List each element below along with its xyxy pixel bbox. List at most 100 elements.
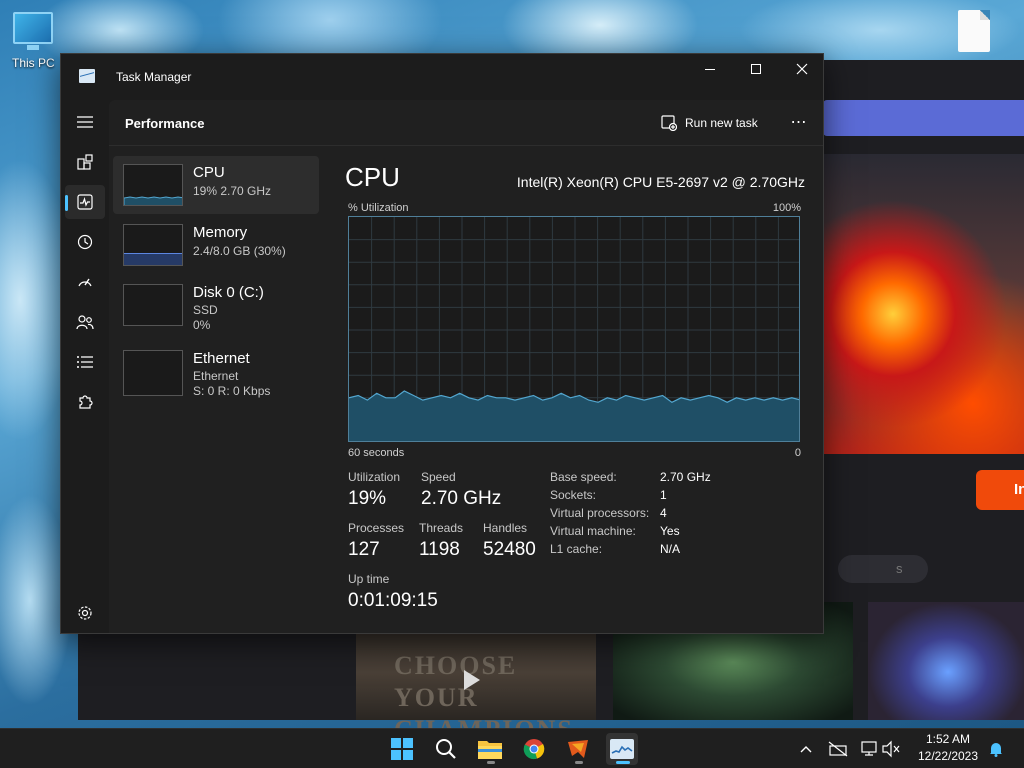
panel-title: CPU [345, 162, 400, 192]
game-launcher-button[interactable] [562, 733, 594, 765]
network-icon [861, 740, 900, 758]
device-item-memory[interactable]: Memory 2.4/8.0 GB (30%) [113, 216, 319, 274]
threads-label: Threads [419, 521, 464, 535]
graph-y-max-label: 100% [772, 202, 801, 214]
page-title: Performance [125, 116, 205, 131]
notifications-bell-icon [990, 743, 1002, 757]
cpu-performance-panel: CPU Intel(R) Xeon(R) CPU E5-2697 v2 @ 2.… [345, 146, 815, 633]
memory-sparkline [123, 224, 183, 266]
minimize-button[interactable] [687, 54, 733, 84]
settings-icon [78, 606, 92, 620]
running-indicator [487, 761, 495, 764]
detail-key: Sockets: [550, 488, 597, 502]
device-detail: S: 0 R: 0 Kbps [193, 384, 271, 398]
maximize-button[interactable] [733, 54, 779, 84]
show-hidden-icons-button[interactable] [796, 739, 816, 759]
background-app-install-button[interactable]: In [976, 470, 1024, 510]
detail-value: Yes [660, 524, 680, 538]
nav-settings[interactable] [65, 596, 105, 630]
device-detail: Ethernet [193, 369, 239, 383]
desktop-icon-document[interactable] [958, 10, 990, 52]
detail-key: Virtual processors: [550, 506, 650, 520]
graph-y-label: % Utilization [348, 202, 409, 214]
device-item-ethernet[interactable]: Ethernet Ethernet S: 0 R: 0 Kbps [113, 342, 319, 400]
nav-processes[interactable] [65, 145, 105, 179]
window-title: Task Manager [116, 70, 192, 84]
title-bar[interactable]: Task Manager [61, 54, 823, 100]
taskbar: 1:52 AM 12/22/2023 [0, 728, 1024, 768]
run-new-task-button[interactable]: Run new task [661, 110, 758, 136]
nav-startup-apps[interactable] [65, 265, 105, 299]
detail-value: N/A [660, 542, 681, 556]
taskbar-clock[interactable]: 1:52 AM 12/22/2023 [912, 731, 984, 765]
device-detail: 19% 2.70 GHz [193, 184, 272, 198]
speed-label: Speed [421, 470, 456, 484]
processes-icon [77, 154, 93, 170]
play-icon[interactable] [464, 670, 480, 690]
graph-x-min-label: 0 [794, 447, 801, 459]
close-button[interactable] [779, 54, 825, 84]
tray-network-disconnected[interactable] [826, 739, 850, 759]
app-history-icon [77, 234, 93, 250]
performance-icon [77, 194, 93, 210]
device-name: Disk 0 (C:) [193, 284, 264, 301]
desktop-icon-this-pc[interactable]: This PC [12, 12, 55, 70]
processes-label: Processes [348, 521, 405, 535]
notifications-button[interactable] [986, 739, 1006, 759]
this-pc-icon [13, 12, 54, 50]
device-name: Memory [193, 224, 248, 241]
speed-value: 2.70 GHz [421, 488, 502, 509]
screenshot-thumbnail[interactable] [868, 602, 1024, 720]
chevron-up-icon [800, 746, 812, 753]
nav-services[interactable] [65, 385, 105, 419]
maximize-icon [751, 64, 761, 74]
clock-date: 12/22/2023 [917, 749, 979, 763]
file-explorer-icon [478, 741, 502, 759]
cpu-usage-area [349, 391, 799, 441]
cpu-model-name: Intel(R) Xeon(R) CPU E5-2697 v2 @ 2.70GH… [516, 174, 805, 190]
disk-sparkline [123, 284, 183, 326]
clock-time: 1:52 AM [925, 732, 971, 746]
file-explorer-button[interactable] [474, 733, 506, 765]
detail-key: L1 cache: [550, 542, 603, 556]
nav-details[interactable] [65, 345, 105, 379]
chrome-icon [523, 739, 545, 760]
chrome-button[interactable] [518, 733, 550, 765]
background-app-filter-pill[interactable]: s [838, 555, 928, 583]
uptime-label: Up time [348, 572, 390, 586]
handles-value: 52480 [483, 539, 536, 560]
hamburger-menu-button[interactable] [65, 105, 105, 139]
start-button[interactable] [386, 733, 418, 765]
active-indicator [616, 761, 630, 764]
background-app-hero-art [823, 154, 1024, 454]
desktop-icon-label: This PC [12, 56, 55, 70]
start-icon [391, 738, 413, 760]
device-name: Ethernet [193, 350, 250, 367]
tray-network-volume[interactable] [858, 739, 904, 759]
users-icon [76, 315, 94, 330]
device-detail: SSD [193, 303, 218, 317]
device-item-disk[interactable]: Disk 0 (C:) SSD 0% [113, 276, 319, 334]
task-manager-taskbar-button[interactable] [606, 733, 638, 765]
run-new-task-icon [661, 115, 677, 131]
task-manager-window: Task Manager Performance Run new task ⋯ … [60, 53, 824, 634]
minimize-icon [705, 68, 715, 70]
more-options-button[interactable]: ⋯ [787, 110, 811, 134]
nav-performance[interactable] [65, 185, 105, 219]
detail-value: 1 [660, 488, 667, 502]
document-icon [958, 10, 990, 52]
ethernet-sparkline [123, 350, 183, 396]
utilization-label: Utilization [348, 470, 401, 484]
nav-app-history[interactable] [65, 225, 105, 259]
services-icon [79, 395, 93, 409]
nav-users[interactable] [65, 305, 105, 339]
cpu-sparkline [123, 164, 183, 206]
task-manager-app-icon [79, 69, 95, 83]
details-icon [77, 356, 93, 368]
device-name: CPU [193, 164, 225, 181]
close-icon [796, 63, 808, 75]
task-manager-icon [610, 739, 634, 759]
search-button[interactable] [430, 733, 462, 765]
detail-value: 4 [660, 506, 667, 520]
device-item-cpu[interactable]: CPU 19% 2.70 GHz [113, 156, 319, 214]
